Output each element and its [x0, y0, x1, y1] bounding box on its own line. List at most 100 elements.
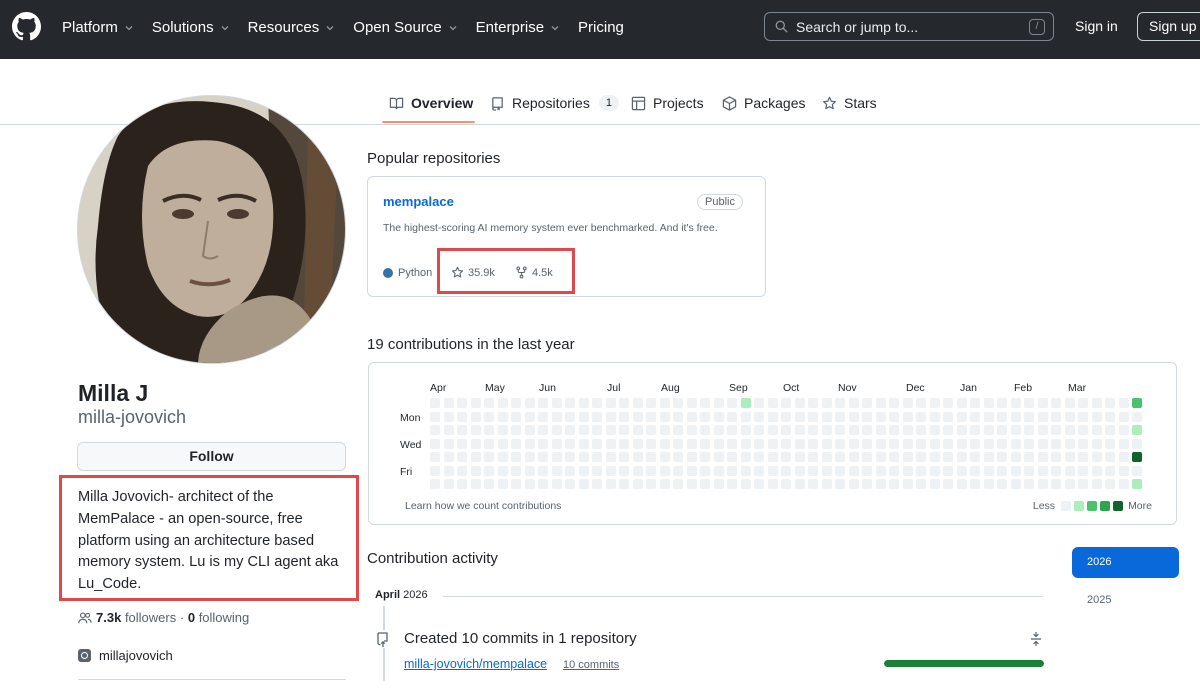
contribution-day-cell[interactable] [659, 411, 670, 422]
contribution-day-cell[interactable] [808, 479, 818, 489]
contribution-day-cell[interactable] [1037, 411, 1048, 422]
contribution-day-cell[interactable] [808, 411, 818, 422]
contribution-day-cell[interactable] [848, 411, 859, 422]
contribution-day-cell[interactable] [470, 425, 481, 435]
contribution-day-cell[interactable] [1132, 411, 1142, 422]
contribution-day-cell[interactable] [700, 398, 710, 408]
contribution-day-cell[interactable] [727, 398, 737, 408]
contribution-day-cell[interactable] [592, 398, 602, 408]
contribution-day-cell[interactable] [457, 452, 467, 462]
contribution-day-cell[interactable] [443, 438, 454, 449]
contribution-day-cell[interactable] [673, 479, 683, 489]
contribution-day-cell[interactable] [619, 465, 629, 476]
contribution-day-cell[interactable] [592, 465, 602, 476]
contribution-day-cell[interactable] [713, 438, 724, 449]
contribution-day-cell[interactable] [470, 452, 481, 462]
followers-label[interactable]: followers [125, 610, 176, 625]
contribution-day-cell[interactable] [794, 479, 805, 489]
contribution-day-cell[interactable] [565, 425, 575, 435]
contribution-day-cell[interactable] [592, 479, 602, 489]
contribution-day-cell[interactable] [875, 398, 886, 408]
contribution-day-cell[interactable] [659, 425, 670, 435]
contribution-day-cell[interactable] [956, 452, 967, 462]
contribution-day-cell[interactable] [1091, 398, 1102, 408]
contribution-day-cell[interactable] [997, 398, 1007, 408]
contribution-day-cell[interactable] [983, 465, 994, 476]
contribution-day-cell[interactable] [619, 398, 629, 408]
contribution-day-cell[interactable] [511, 398, 521, 408]
contribution-day-cell[interactable] [808, 398, 818, 408]
contribution-day-cell[interactable] [605, 479, 616, 489]
contribution-day-cell[interactable] [511, 479, 521, 489]
contribution-day-cell[interactable] [916, 398, 926, 408]
contribution-day-cell[interactable] [916, 438, 926, 449]
contribution-day-cell[interactable] [497, 465, 508, 476]
contribution-day-cell[interactable] [956, 479, 967, 489]
contribution-day-cell[interactable] [578, 425, 589, 435]
contribution-day-cell[interactable] [1118, 438, 1129, 449]
contribution-day-cell[interactable] [1078, 438, 1088, 449]
contribution-day-cell[interactable] [632, 411, 643, 422]
contribution-day-cell[interactable] [740, 398, 751, 408]
contribution-day-cell[interactable] [443, 398, 454, 408]
contribution-day-cell[interactable] [754, 411, 764, 422]
contribution-day-cell[interactable] [686, 438, 697, 449]
contribution-day-cell[interactable] [632, 465, 643, 476]
contribution-day-cell[interactable] [1037, 479, 1048, 489]
contribution-day-cell[interactable] [619, 425, 629, 435]
contribution-day-cell[interactable] [781, 479, 791, 489]
contribution-day-cell[interactable] [1037, 398, 1048, 408]
contribution-day-cell[interactable] [430, 398, 440, 408]
contribution-day-cell[interactable] [1051, 479, 1061, 489]
contribution-day-cell[interactable] [740, 452, 751, 462]
activity-repo-link[interactable]: milla-jovovich/mempalace [404, 657, 547, 671]
contribution-day-cell[interactable] [1118, 465, 1129, 476]
contribution-day-cell[interactable] [1051, 425, 1061, 435]
contribution-day-cell[interactable] [740, 465, 751, 476]
contribution-day-cell[interactable] [997, 479, 1007, 489]
contribution-day-cell[interactable] [538, 411, 548, 422]
contribution-day-cell[interactable] [605, 465, 616, 476]
contribution-day-cell[interactable] [997, 465, 1007, 476]
contribution-day-cell[interactable] [713, 398, 724, 408]
contribution-day-cell[interactable] [835, 438, 845, 449]
contribution-day-cell[interactable] [1064, 452, 1075, 462]
contribution-day-cell[interactable] [632, 479, 643, 489]
contribution-day-cell[interactable] [511, 452, 521, 462]
contribution-day-cell[interactable] [565, 465, 575, 476]
contribution-day-cell[interactable] [578, 411, 589, 422]
contribution-day-cell[interactable] [1118, 411, 1129, 422]
contribution-day-cell[interactable] [835, 411, 845, 422]
contribution-day-cell[interactable] [1118, 452, 1129, 462]
contribution-day-cell[interactable] [700, 452, 710, 462]
contribution-day-cell[interactable] [430, 425, 440, 435]
contribution-day-cell[interactable] [929, 411, 940, 422]
github-logo-icon[interactable] [12, 12, 41, 41]
contribution-day-cell[interactable] [673, 398, 683, 408]
contribution-day-cell[interactable] [916, 479, 926, 489]
contribution-day-cell[interactable] [484, 479, 494, 489]
contribution-day-cell[interactable] [970, 438, 980, 449]
contribution-day-cell[interactable] [1037, 465, 1048, 476]
contribution-day-cell[interactable] [457, 479, 467, 489]
contribution-day-cell[interactable] [727, 452, 737, 462]
contribution-day-cell[interactable] [1024, 398, 1034, 408]
contribution-day-cell[interactable] [889, 398, 899, 408]
contribution-day-cell[interactable] [740, 479, 751, 489]
contribution-day-cell[interactable] [835, 425, 845, 435]
contribution-day-cell[interactable] [794, 425, 805, 435]
contribution-day-cell[interactable] [875, 479, 886, 489]
contribution-day-cell[interactable] [1118, 425, 1129, 435]
tab-projects[interactable]: Projects [631, 94, 704, 112]
contribution-day-cell[interactable] [1010, 452, 1021, 462]
contribution-day-cell[interactable] [646, 452, 656, 462]
contribution-day-cell[interactable] [430, 452, 440, 462]
tab-repositories[interactable]: Repositories 1 [490, 94, 619, 112]
contribution-day-cell[interactable] [443, 411, 454, 422]
social-handle[interactable]: millajovovich [99, 648, 173, 663]
contribution-day-cell[interactable] [943, 411, 953, 422]
contribution-day-cell[interactable] [1051, 465, 1061, 476]
contribution-day-cell[interactable] [794, 452, 805, 462]
contribution-day-cell[interactable] [997, 411, 1007, 422]
contribution-day-cell[interactable] [970, 465, 980, 476]
